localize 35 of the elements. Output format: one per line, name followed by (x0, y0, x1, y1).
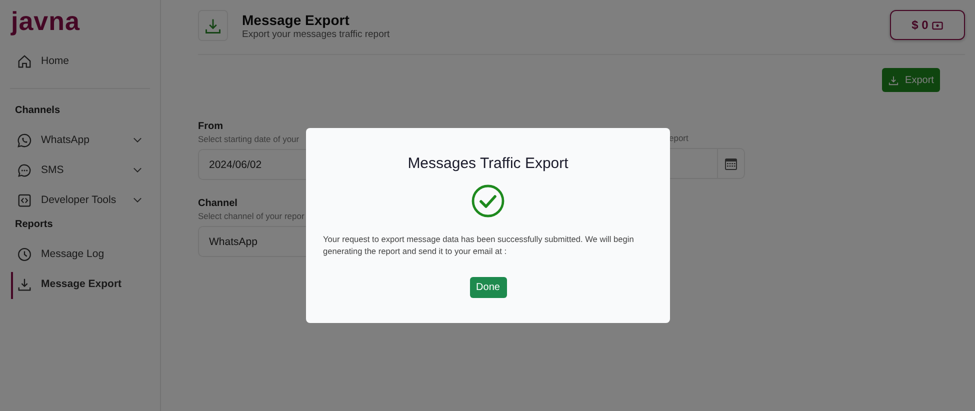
sidebar-item[interactable]: Home (0, 46, 160, 76)
download-icon (17, 276, 32, 292)
field-label: Channel (198, 198, 238, 209)
logo: javna (10, 8, 80, 38)
calendar-icon[interactable] (725, 158, 737, 170)
field-label: From (198, 121, 224, 132)
sidebar-item[interactable]: Message Export (0, 269, 160, 299)
dialog-title: Messages Traffic Export (408, 155, 568, 172)
success-check-icon (471, 184, 505, 218)
chevron-icon[interactable] (133, 167, 142, 173)
download-icon (888, 74, 900, 86)
export-button[interactable]: Export (882, 68, 940, 92)
done-button[interactable]: Done (470, 277, 506, 298)
dialog-message: Your request to export message data has been successfully submitted. We will begin generating the report and send it to your email at : (323, 233, 635, 257)
sidebar-item[interactable]: SMS (0, 155, 160, 185)
chat-bubble-icon (17, 162, 32, 178)
page-title: Message Export (242, 12, 350, 28)
wallet-icon (932, 20, 944, 30)
download-icon (198, 10, 228, 41)
clock-icon (17, 246, 32, 262)
field-hint: Select starting date of your (198, 134, 300, 144)
sidebar-item[interactable]: WhatsApp (0, 125, 160, 155)
home-icon (17, 54, 32, 68)
sidebar-item[interactable]: Message Log (0, 239, 160, 269)
section-heading: Channels (14, 104, 60, 118)
field-hint: eport (668, 133, 690, 143)
field-hint: Select channel of your repor (198, 211, 306, 221)
chevron-icon[interactable] (133, 137, 142, 143)
balance-button[interactable]: $ 0 (890, 10, 965, 40)
sidebar-item[interactable]: Developer Tools (0, 185, 160, 215)
code-icon (17, 192, 32, 208)
chevron-icon[interactable] (133, 197, 142, 203)
whatsapp-icon (17, 132, 32, 148)
page-subtitle: Export your messages traffic report (242, 29, 391, 40)
section-heading: Reports (14, 218, 53, 232)
